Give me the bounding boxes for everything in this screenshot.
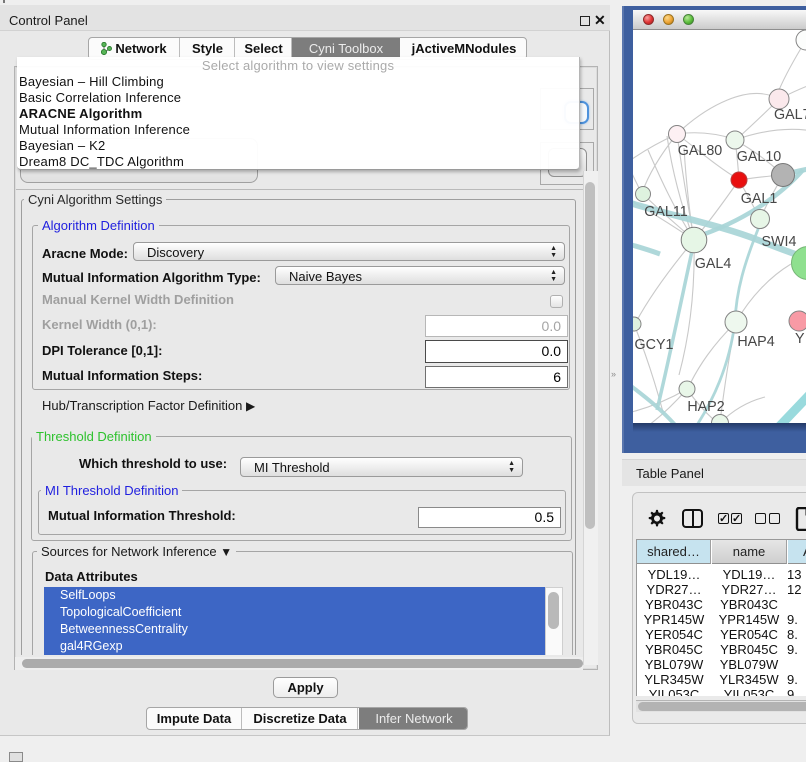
svg-text:HAP4: HAP4: [737, 334, 774, 350]
svg-text:GAL11: GAL11: [644, 204, 687, 220]
svg-text:Y: Y: [795, 331, 805, 347]
svg-text:GAL1: GAL1: [741, 191, 778, 207]
svg-text:HAP2: HAP2: [687, 399, 724, 415]
svg-text:GCY1: GCY1: [635, 337, 674, 353]
svg-text:GAL80: GAL80: [678, 143, 723, 159]
svg-text:SWI4: SWI4: [762, 234, 797, 250]
svg-text:GAL4: GAL4: [695, 256, 732, 272]
svg-text:GAL10: GAL10: [737, 149, 782, 165]
svg-text:GAL7: GAL7: [774, 107, 806, 123]
